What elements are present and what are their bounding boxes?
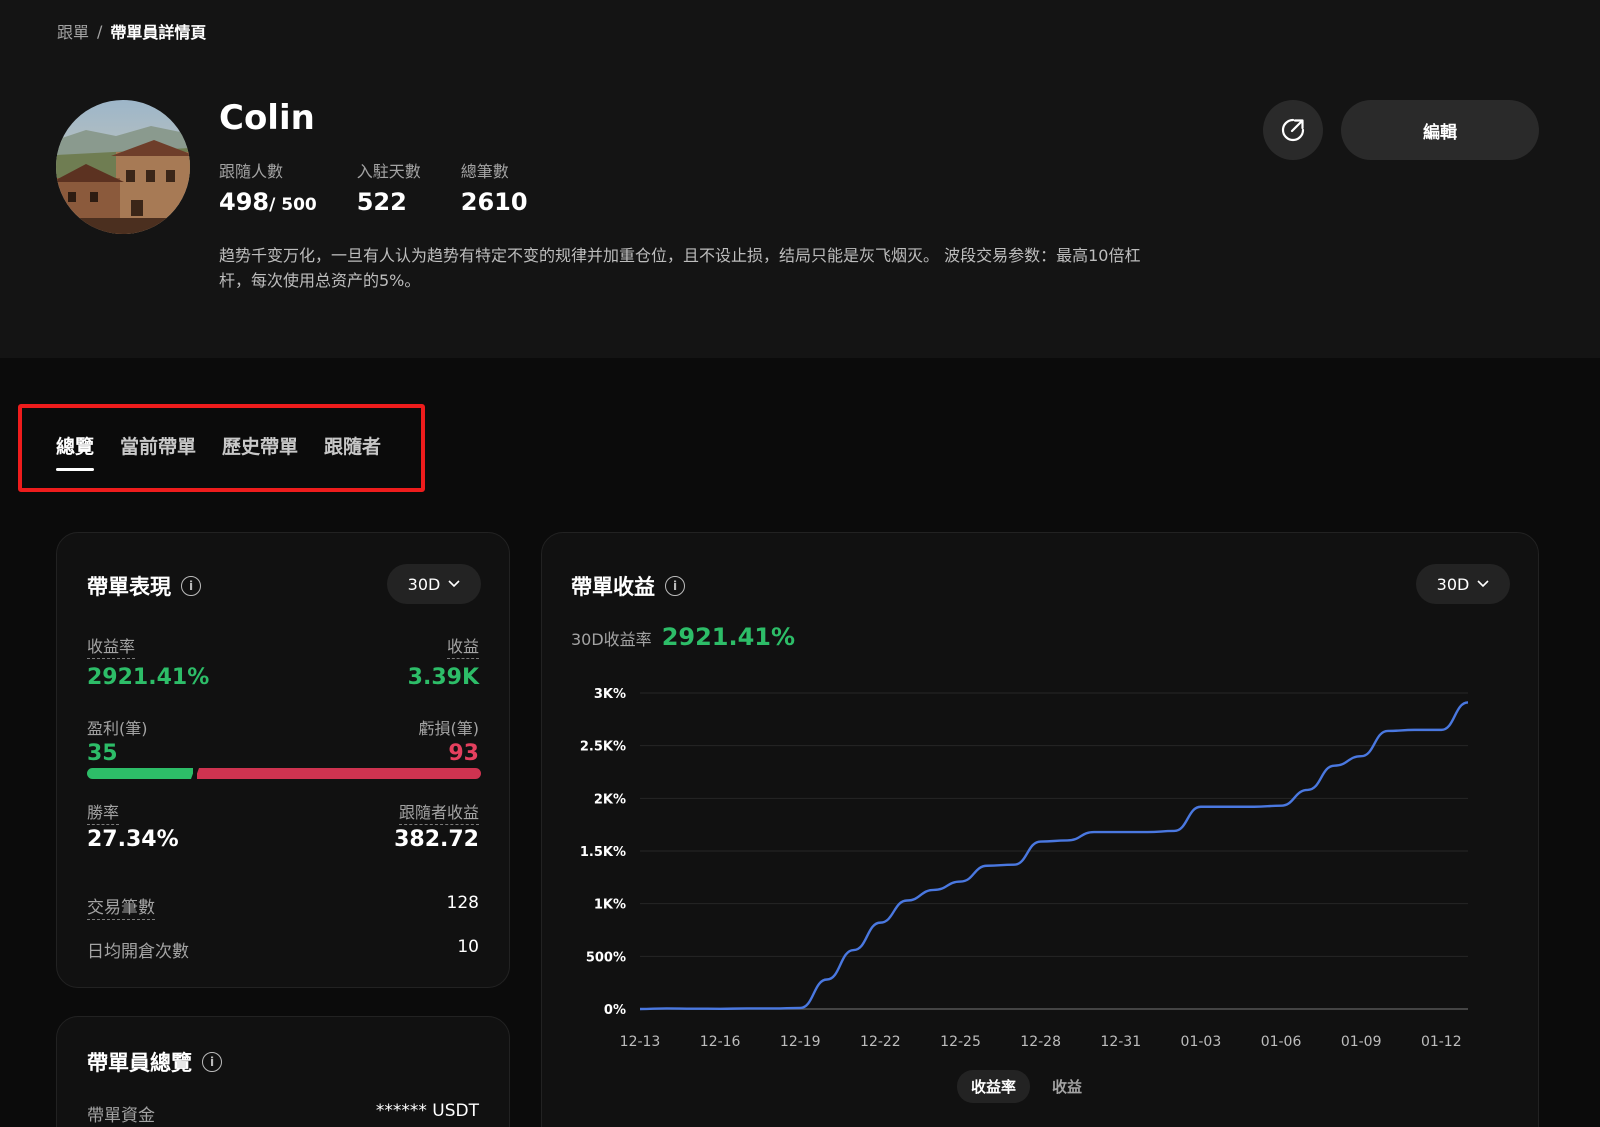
y-tick-label: 3K% [594,687,626,702]
earnings-card: 帶單收益 i 30D 30D收益率 2921.41% 0% 500% 1K% 1.5K… [541,532,1539,1127]
trader-overview-card: 帶單員總覽 i 帶單資金 ****** USDT [56,1016,510,1127]
follower-pnl-label[interactable]: 跟隨者收益 [398,799,479,825]
x-tick-label: 12-16 [700,1034,741,1050]
pnl-block: 收益 3.39K [408,633,479,690]
ratio-bar-loss [197,768,481,779]
performance-title-text: 帶單表現 [87,575,171,599]
trades-label[interactable]: 交易筆數 [87,893,155,920]
loss-count-value: 93 [448,741,479,766]
avatar-landscape-image [56,100,190,234]
follower-pnl-value: 382.72 [394,827,479,852]
tab-current-orders[interactable]: 當前帶單 [120,432,196,471]
y-tick-label: 1K% [594,898,626,913]
trades-value: 128 [446,893,479,913]
edit-button[interactable]: 編輯 [1341,100,1539,160]
tab-overview[interactable]: 總覽 [56,432,95,471]
stat-label: 跟隨人數 [219,162,284,181]
avatar [56,100,190,234]
overview-title-text: 帶單員總覽 [87,1051,192,1075]
followers-count: 498 [219,188,270,216]
pnl-label[interactable]: 收益 [446,633,479,659]
daily-open-row: 日均開倉次數 10 [87,937,479,962]
chevron-down-icon [448,580,460,588]
performance-card: 帶單表現 i 30D 收益率 2921.41% 收益 3.39K 盈利(筆) 3… [56,532,510,988]
performance-period-select[interactable]: 30D [387,564,481,604]
profit-count-value: 35 [87,741,118,766]
y-tick-label: 2K% [594,792,626,807]
breadcrumb-current: 帶單員詳情頁 [110,23,207,42]
y-tick-label: 1.5K% [580,845,626,860]
winrate-block: 勝率 27.34% [87,799,179,852]
x-tick-label: 12-31 [1100,1034,1141,1050]
followers-max: / 500 [269,195,317,215]
tab-history-orders[interactable]: 歷史帶單 [222,432,298,471]
stat-label: 入駐天數 [356,162,421,181]
roi-label[interactable]: 收益率 [87,633,136,659]
period-value: 30D [407,574,441,594]
follower-pnl-block: 跟隨者收益 382.72 [394,799,479,852]
win-loss-ratio-bar [87,768,481,779]
tab-bar: 總覽 當前帶單 歷史帶單 跟隨者 [56,432,381,471]
loss-count-block: 虧損(筆) 93 [419,715,480,766]
stat-value: 498/ 500 [219,188,317,216]
performance-title: 帶單表現 i [87,571,201,601]
profit-count-label: 盈利(筆) [87,719,148,738]
share-icon [1281,118,1305,142]
trader-stats: 跟隨人數 498/ 500 入駐天數 522 總筆數 2610 [219,158,528,216]
tab-followers[interactable]: 跟隨者 [324,432,381,471]
x-tick-label: 01-12 [1421,1034,1462,1050]
winrate-row: 勝率 27.34% 跟隨者收益 382.72 [87,799,479,852]
pnl-value: 3.39K [407,665,479,690]
breadcrumb: 跟單 / 帶單員詳情頁 [57,19,206,43]
stat-value: 2610 [460,188,528,216]
stat-followers: 跟隨人數 498/ 500 [219,158,317,216]
daily-open-value: 10 [457,937,479,957]
info-icon[interactable]: i [202,1052,222,1072]
y-tick-label: 500% [586,950,626,965]
toggle-roi[interactable]: 收益率 [957,1070,1031,1103]
trader-bio: 趋势千变万化，一旦有人认为趋势有特定不变的规律并加重仓位，且不设止损，结局只能是… [219,246,1141,290]
toggle-pnl[interactable]: 收益 [1038,1070,1096,1103]
stat-label: 總筆數 [460,162,509,181]
ratio-bar-profit [87,768,194,779]
breadcrumb-separator: / [97,21,103,41]
capital-label[interactable]: 帶單資金 [87,1101,155,1127]
profit-count-block: 盈利(筆) 35 [87,715,148,766]
x-tick-label: 12-19 [780,1034,821,1050]
roi-series-line [639,701,1469,1011]
x-tick-label: 01-06 [1261,1034,1302,1050]
capital-row: 帶單資金 ****** USDT [87,1101,479,1127]
stat-total-trades: 總筆數 2610 [461,158,528,216]
stat-value: 522 [356,188,407,216]
y-tick-label: 0% [604,1003,626,1018]
y-tick-label: 2.5K% [580,740,626,755]
trader-name: Colin [219,98,315,138]
x-tick-label: 01-09 [1341,1034,1382,1050]
earnings-line-chart: 0% 500% 1K% 1.5K% 2K% 2.5K% 3K% 12-13 12-16 12-19… [580,687,1469,1050]
daily-open-label: 日均開倉次數 [87,942,189,962]
win-loss-row: 盈利(筆) 35 虧損(筆) 93 [87,715,479,766]
roi-row: 收益率 2921.41% 收益 3.39K [87,633,479,690]
x-tick-label: 12-13 [620,1034,661,1050]
loss-count-label: 虧損(筆) [418,719,480,738]
stat-days: 入駐天數 522 [357,158,421,216]
chart-metric-toggle: 收益率 收益 [957,1070,1096,1103]
x-tick-label: 12-25 [940,1034,981,1050]
x-tick-label: 12-22 [860,1034,901,1050]
winrate-label[interactable]: 勝率 [87,799,120,825]
x-tick-label: 12-28 [1020,1034,1061,1050]
breadcrumb-root[interactable]: 跟單 [57,19,89,43]
share-button[interactable] [1263,100,1323,160]
trades-row: 交易筆數 128 [87,893,479,920]
overview-title: 帶單員總覽 i [87,1047,222,1077]
info-icon[interactable]: i [181,576,201,596]
roi-block: 收益率 2921.41% [87,633,209,690]
x-tick-label: 01-03 [1181,1034,1222,1050]
winrate-value: 27.34% [87,827,179,852]
capital-value: ****** USDT [375,1101,479,1121]
roi-value: 2921.41% [87,665,210,690]
